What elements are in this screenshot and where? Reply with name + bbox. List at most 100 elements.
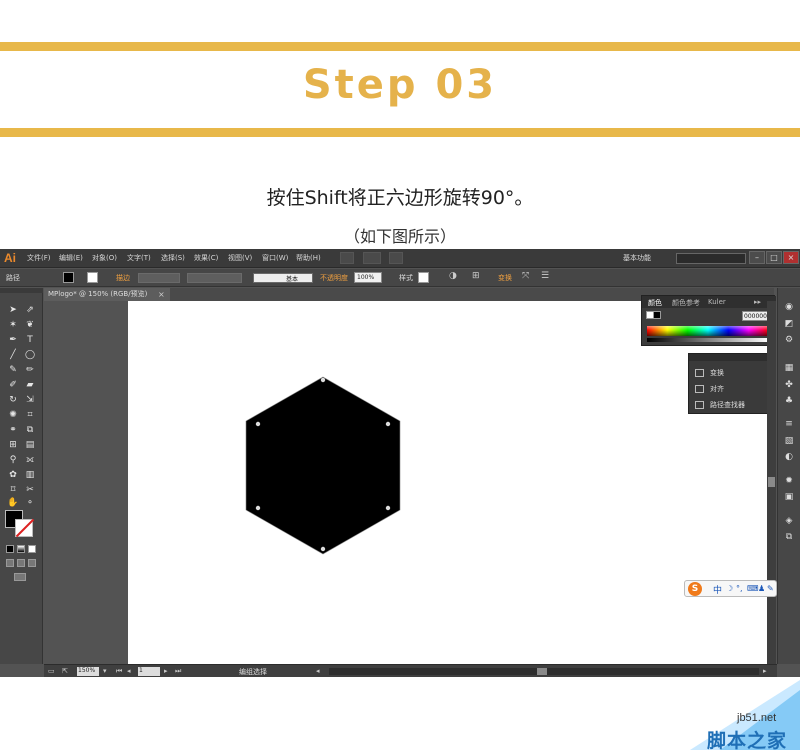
artboard-nav-icon[interactable]: ▭	[48, 667, 55, 675]
direct-selection-tool-icon[interactable]: ⇗	[23, 304, 37, 316]
ellipse-tool-icon[interactable]: ◯	[23, 349, 37, 361]
punctuation-icon[interactable]: °,	[736, 584, 743, 593]
menu-edit[interactable]: 编辑(E)	[59, 253, 83, 263]
shape-builder-tool-icon[interactable]: ⚭	[6, 424, 20, 436]
pathfinder-panel-item[interactable]: 路径查找器	[695, 400, 745, 410]
stroke-label[interactable]: 描边	[116, 273, 130, 283]
stroke-swatch[interactable]	[15, 518, 35, 538]
collapse-panel-icon[interactable]: ▸▸	[754, 298, 761, 306]
blob-brush-tool-icon[interactable]: ✐	[6, 379, 20, 391]
stroke-color-swatch[interactable]	[87, 272, 98, 283]
vertical-scroll-thumb[interactable]	[768, 477, 775, 487]
draw-behind-button[interactable]	[17, 559, 25, 567]
graphic-style-swatch[interactable]	[418, 272, 429, 283]
brush-definition-dropdown[interactable]: 基本	[253, 273, 313, 283]
artboards-icon[interactable]: ⧉	[783, 532, 795, 542]
menu-view[interactable]: 视图(V)	[228, 253, 252, 263]
menu-select[interactable]: 选择(S)	[161, 253, 185, 263]
brushes-icon[interactable]: ✤	[783, 380, 795, 390]
wrench-icon[interactable]: ✎	[767, 584, 774, 593]
user-icon[interactable]: ♟	[758, 584, 765, 593]
panel-fill-swatch[interactable]	[653, 311, 661, 319]
warp-tool-icon[interactable]: ✺	[6, 409, 20, 421]
artboard-number-field[interactable]: 1	[138, 667, 160, 676]
free-transform-tool-icon[interactable]: ⌗	[23, 409, 37, 421]
gradient-panel-icon[interactable]: ▧	[783, 436, 795, 446]
color-guide-icon[interactable]: ◩	[783, 319, 795, 329]
gradient-mode-button[interactable]	[17, 545, 25, 553]
vertical-scrollbar[interactable]	[767, 301, 776, 664]
menu-object[interactable]: 对象(O)	[92, 253, 117, 263]
isolate-icon[interactable]: ⤧	[522, 271, 529, 281]
stroke-panel-icon[interactable]: ≡	[783, 419, 795, 429]
slice-tool-icon[interactable]: ✂	[23, 484, 37, 496]
symbols-icon[interactable]: ♣	[783, 396, 795, 406]
zoom-level-field[interactable]: 150%	[77, 667, 99, 676]
layers-icon[interactable]: ◈	[783, 516, 795, 526]
close-window-button[interactable]: ×	[783, 251, 799, 264]
minimize-button[interactable]: –	[749, 251, 765, 264]
recolor-artwork-icon[interactable]: ◑	[449, 271, 457, 281]
variable-width-dropdown[interactable]	[187, 273, 242, 283]
ime-language-toggle[interactable]: 中	[713, 583, 722, 596]
keyboard-icon[interactable]: ⌨	[747, 584, 759, 593]
tab-color[interactable]: 颜色	[648, 298, 662, 308]
workspace-switcher[interactable]: 基本功能	[620, 252, 666, 265]
paintbrush-tool-icon[interactable]: ✎	[6, 364, 20, 376]
tab-kuler[interactable]: Kuler	[708, 298, 726, 306]
align-options-icon[interactable]: ⊞	[472, 271, 480, 281]
opacity-label[interactable]: 不透明度	[320, 273, 348, 283]
first-artboard-icon[interactable]: ⏮	[116, 667, 122, 676]
zoom-tool-icon[interactable]: ⚬	[23, 497, 37, 509]
horizontal-scroll-thumb[interactable]	[537, 668, 547, 675]
draw-inside-button[interactable]	[28, 559, 36, 567]
menu-effect[interactable]: 效果(C)	[194, 253, 218, 263]
selection-tool-icon[interactable]: ➤	[6, 304, 20, 316]
kuler-icon[interactable]: ⚙	[783, 335, 795, 345]
maximize-button[interactable]: □	[766, 251, 782, 264]
mesh-tool-icon[interactable]: ⊞	[6, 439, 20, 451]
gpu-preview-button[interactable]	[389, 252, 403, 264]
line-tool-icon[interactable]: ╱	[6, 349, 20, 361]
fill-color-swatch[interactable]	[63, 272, 74, 283]
type-tool-icon[interactable]: T	[23, 334, 37, 346]
transparency-icon[interactable]: ◐	[783, 452, 795, 462]
artboard-canvas[interactable]	[128, 301, 768, 664]
pencil-tool-icon[interactable]: ✏	[23, 364, 37, 376]
stroke-weight-dropdown[interactable]	[138, 273, 180, 283]
artboard-tool-icon[interactable]: ⌑	[6, 484, 20, 496]
horizontal-scrollbar[interactable]	[329, 668, 759, 675]
bridge-button[interactable]	[340, 252, 354, 264]
panel-menu-icon[interactable]: ☰	[541, 271, 549, 281]
color-mode-button[interactable]	[6, 545, 14, 553]
graph-tool-icon[interactable]: ▥	[23, 469, 37, 481]
blend-tool-icon[interactable]: ⟗	[23, 454, 37, 466]
eraser-tool-icon[interactable]: ▰	[23, 379, 37, 391]
menu-file[interactable]: 文件(F)	[27, 253, 51, 263]
eyedropper-tool-icon[interactable]: ⚲	[6, 454, 20, 466]
help-search-input[interactable]	[676, 253, 746, 264]
hand-tool-icon[interactable]: ✋	[6, 497, 20, 509]
draw-normal-button[interactable]	[6, 559, 14, 567]
magic-wand-tool-icon[interactable]: ✶	[6, 319, 20, 331]
menu-help[interactable]: 帮助(H)	[296, 253, 321, 263]
gradient-tool-icon[interactable]: ▤	[23, 439, 37, 451]
none-mode-button[interactable]	[28, 545, 36, 553]
perspective-tool-icon[interactable]: ⧉	[23, 424, 37, 436]
ime-logo[interactable]: S	[688, 582, 702, 596]
graphic-styles-icon[interactable]: ▣	[783, 492, 795, 502]
export-icon[interactable]: ⇱	[62, 667, 68, 675]
align-panel-item[interactable]: 对齐	[695, 384, 724, 394]
zoom-dropdown-icon[interactable]: ▾	[103, 667, 107, 675]
appearance-icon[interactable]: ✹	[783, 476, 795, 486]
moon-icon[interactable]: ☽	[726, 584, 733, 593]
rotate-tool-icon[interactable]: ↻	[6, 394, 20, 406]
flyout-header[interactable]	[689, 354, 776, 361]
next-artboard-icon[interactable]: ▸	[164, 667, 168, 675]
scroll-right-icon[interactable]: ▸	[763, 667, 767, 675]
hex-color-input[interactable]: 000000	[742, 311, 770, 321]
document-tab[interactable]: MPlogo* @ 150% (RGB/预览) ×	[44, 288, 170, 301]
close-tab-icon[interactable]: ×	[158, 288, 165, 301]
scroll-left-icon[interactable]: ◂	[316, 667, 320, 675]
tools-panel-grip[interactable]	[0, 288, 43, 293]
